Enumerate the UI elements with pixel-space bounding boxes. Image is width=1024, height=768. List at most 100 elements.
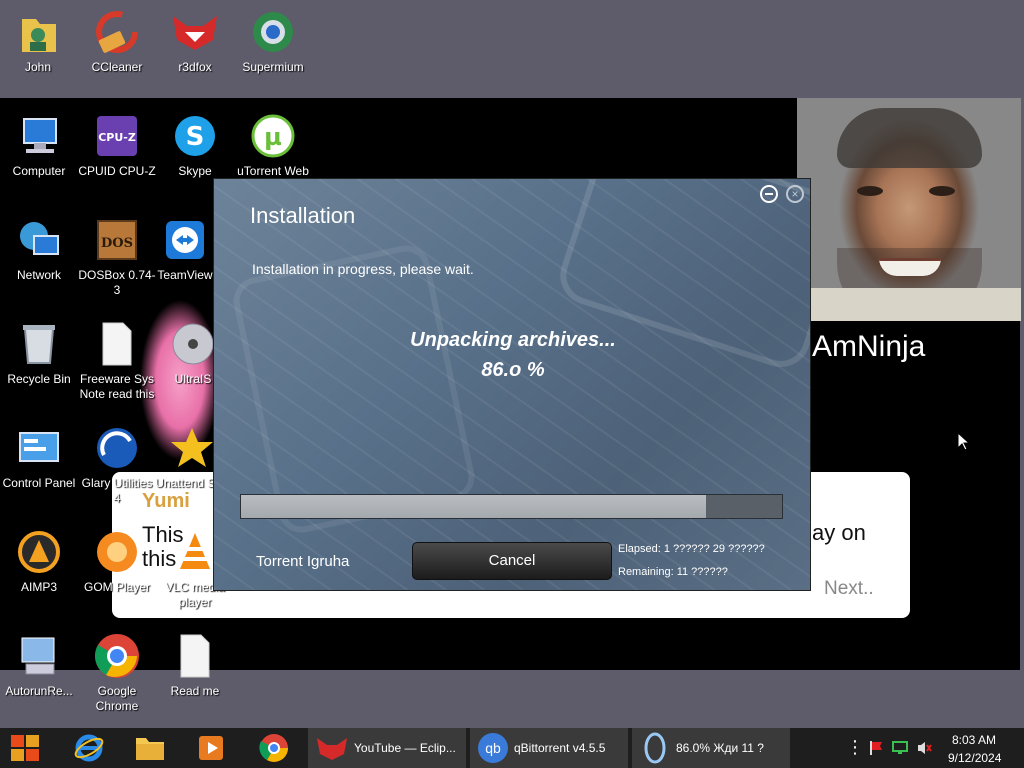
dialog-title: Installation <box>250 203 356 228</box>
unpacking-status: Unpacking archives... <box>410 329 616 351</box>
disc-icon <box>169 320 217 368</box>
computer-icon <box>15 112 63 160</box>
ccleaner-icon <box>93 8 141 56</box>
desktop-icon-ccleaner[interactable]: CCleaner <box>77 8 157 75</box>
remaining-time: Remaining: 11 ?????? <box>618 566 728 578</box>
supermium-icon <box>249 8 297 56</box>
qbittorrent-icon: qb <box>478 733 508 763</box>
taskbar-chrome[interactable] <box>253 732 295 764</box>
flag-icon[interactable] <box>868 740 884 756</box>
task-label: YouTube — Eclip... <box>354 741 456 755</box>
dosbox-icon: DOS <box>93 216 141 264</box>
chrome-icon <box>259 734 288 762</box>
desktop-icon-computer[interactable]: Computer <box>0 112 79 179</box>
desktop-icon-label: Control Panel <box>2 476 76 490</box>
progress-bar-fill <box>241 495 707 518</box>
tray-overflow-icon[interactable]: ⋮ <box>846 737 864 758</box>
r3dfox-icon <box>171 8 219 56</box>
background-ninja-text: AmNinja <box>812 330 926 363</box>
desktop-icon-utorrent[interactable]: µ uTorrent Web <box>233 112 313 179</box>
taskbar-file-explorer[interactable] <box>129 732 171 764</box>
desktop-icon-label: Read me <box>170 684 220 698</box>
skype-icon: S <box>171 112 219 160</box>
taskbar-task-installer[interactable]: 86.0% Жди 11 ? <box>632 728 790 768</box>
elapsed-time: Elapsed: 1 ?????? 29 ?????? <box>618 543 765 555</box>
desktop-icon-gom-player[interactable]: GOM Player <box>77 528 157 595</box>
teamviewer-icon <box>161 216 209 264</box>
dialog-subtitle: Installation in progress, please wait. <box>252 261 474 277</box>
control-panel-icon <box>15 424 63 472</box>
chrome-icon <box>93 632 141 680</box>
volume-muted-icon[interactable] <box>916 740 932 756</box>
close-icon[interactable]: × <box>786 185 804 203</box>
desktop-icon-control-panel[interactable]: Control Panel <box>0 424 79 491</box>
taskbar-task-youtube[interactable]: YouTube — Eclip... <box>308 728 466 768</box>
mouse-cursor-icon <box>957 432 971 451</box>
cancel-button[interactable]: Cancel <box>412 542 612 580</box>
desktop-icon-supermium[interactable]: Supermium <box>233 8 313 75</box>
desktop-icon-freeware-note[interactable]: Freeware Sys Note read this <box>77 320 157 402</box>
desktop-icon-label: uTorrent Web <box>237 164 309 178</box>
svg-text:DOS: DOS <box>101 236 133 251</box>
progress-percent: 86.o % <box>481 359 545 381</box>
desktop-icon-skype[interactable]: S Skype <box>155 112 235 179</box>
media-icon <box>199 736 223 760</box>
desktop-icon-label: Supermium <box>242 60 304 74</box>
dialog-brand: Torrent Igruha <box>256 553 350 570</box>
desktop-icon-read-me[interactable]: Read me <box>155 632 235 699</box>
taskbar-media-player[interactable] <box>190 732 232 764</box>
start-button[interactable] <box>4 732 46 764</box>
desktop-icon-label: CPUID CPU-Z <box>78 164 156 178</box>
vlc-icon <box>171 528 219 576</box>
clock-date[interactable]: 9/12/2024 <box>948 751 1001 765</box>
windows-logo-icon <box>11 735 39 761</box>
glary-icon <box>93 424 141 472</box>
desktop-icon-label: AIMP3 <box>20 580 57 594</box>
progress-bar <box>240 494 783 519</box>
star-icon <box>168 424 216 472</box>
folder-icon <box>136 738 164 760</box>
minimize-icon[interactable] <box>760 185 778 203</box>
desktop-icon-label: AutorunRe... <box>5 684 73 698</box>
document-icon <box>93 320 141 368</box>
task-label: qBittorrent v4.5.5 <box>514 741 606 755</box>
desktop-icon-cpuz[interactable]: CPU-Z CPUID CPU-Z <box>77 112 157 179</box>
desktop-icon-label: Freeware Sys Note read this <box>79 372 155 401</box>
cpuz-icon: CPU-Z <box>93 112 141 160</box>
desktop-icon-label: r3dfox <box>178 60 212 74</box>
svg-text:S: S <box>186 122 205 152</box>
installer-ring-icon <box>644 732 666 764</box>
taskbar: YouTube — Eclip... qb qBittorrent v4.5.5… <box>0 728 1024 768</box>
aimp-icon <box>15 528 63 576</box>
desktop-icon-r3dfox[interactable]: r3dfox <box>155 8 235 75</box>
network-tray-icon[interactable] <box>892 740 908 756</box>
svg-text:µ: µ <box>264 123 282 151</box>
document-icon <box>171 632 219 680</box>
desktop-icon-label: Recycle Bin <box>7 372 71 386</box>
installer-dialog: Installation × Installation in progress,… <box>213 178 811 591</box>
utorrent-icon: µ <box>249 112 297 160</box>
desktop-icon-glary[interactable]: Glary Utilities 4 <box>77 424 157 506</box>
recycle-bin-icon <box>15 320 63 368</box>
desktop-icon-label: Network <box>16 268 61 282</box>
desktop-icon-aimp3[interactable]: AIMP3 <box>0 528 79 595</box>
taskbar-internet-explorer[interactable] <box>68 732 110 764</box>
desktop-icon-autorun[interactable]: AutorunRe... <box>0 632 79 699</box>
desktop-icon-label: GOM Player <box>83 580 150 594</box>
desktop-icon-network[interactable]: Network <box>0 216 79 283</box>
task-label: 86.0% Жди 11 ? <box>676 741 764 755</box>
desktop-icon-label: Google Chrome <box>95 684 139 713</box>
desktop-icon-chrome[interactable]: Google Chrome <box>77 632 157 714</box>
clock-time[interactable]: 8:03 AM <box>952 733 996 747</box>
desktop-icon-label: Computer <box>12 164 66 178</box>
desktop-icon-label: John <box>24 60 52 74</box>
desktop-icon-label: Glary Utilities 4 <box>81 476 153 505</box>
gom-player-icon <box>93 528 141 576</box>
desktop-icon-john[interactable]: John <box>0 8 78 75</box>
desktop-icon-recycle-bin[interactable]: Recycle Bin <box>0 320 79 387</box>
taskbar-task-qbittorrent[interactable]: qb qBittorrent v4.5.5 <box>470 728 628 768</box>
wallpaper-photo <box>797 98 1021 321</box>
card-next-button[interactable]: Next.. <box>824 578 874 600</box>
user-folder-icon <box>14 8 62 56</box>
card-play-text: ay on <box>812 520 866 545</box>
